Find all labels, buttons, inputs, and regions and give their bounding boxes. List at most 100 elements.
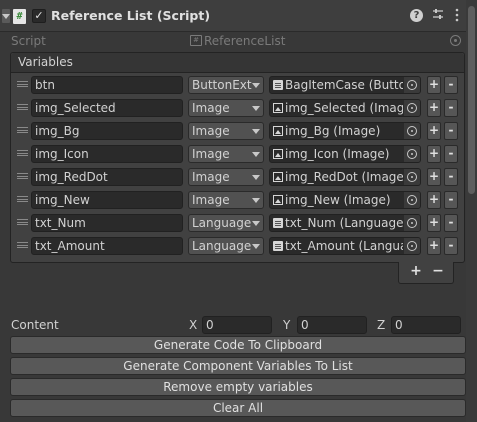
chevron-down-icon	[252, 83, 260, 88]
variable-name-field[interactable]: txt_Num	[31, 214, 183, 232]
variable-type-dropdown[interactable]: Image	[188, 191, 264, 209]
insert-row-button[interactable]: +	[427, 168, 441, 186]
insert-row-button[interactable]: +	[427, 191, 441, 209]
help-icon[interactable]: ?	[410, 9, 423, 22]
variable-name-field[interactable]: img_RedDot	[31, 168, 183, 186]
variable-row: img_RedDot Image img_RedDot (Image) + -	[11, 167, 464, 187]
variable-type-label: Image	[192, 101, 230, 115]
object-picker-icon[interactable]	[404, 123, 420, 139]
content-x-field[interactable]: 0	[202, 316, 272, 334]
chevron-down-icon	[252, 244, 260, 249]
insert-row-button[interactable]: +	[427, 145, 441, 163]
more-icon[interactable]	[455, 8, 459, 26]
variable-type-dropdown[interactable]: Image	[188, 168, 264, 186]
variable-reference-label: txt_Amount (Languag	[285, 239, 403, 253]
insert-row-button[interactable]: +	[427, 237, 441, 255]
drag-handle-icon[interactable]	[17, 127, 28, 133]
variable-reference-field[interactable]: txt_Num (Language T	[269, 214, 421, 232]
content-y-label[interactable]: Y	[283, 318, 290, 332]
variable-type-label: Language	[192, 239, 252, 253]
presets-icon[interactable]	[432, 8, 444, 24]
variable-name-field[interactable]: btn	[31, 76, 183, 94]
remove-row-button[interactable]: -	[444, 191, 458, 209]
remove-row-button[interactable]: -	[444, 99, 458, 117]
drag-handle-icon[interactable]	[17, 219, 28, 225]
variable-name-field[interactable]: img_Selected	[31, 99, 183, 117]
variable-reference-field[interactable]: txt_Amount (Languag	[269, 237, 421, 255]
drag-handle-icon[interactable]	[17, 242, 28, 248]
variable-reference-field[interactable]: img_Bg (Image)	[269, 122, 421, 140]
remove-row-button[interactable]: -	[444, 237, 458, 255]
remove-row-button[interactable]: -	[444, 214, 458, 232]
script-value: ReferenceList	[204, 34, 286, 48]
variable-name-field[interactable]: img_New	[31, 191, 183, 209]
object-picker-icon[interactable]	[404, 169, 420, 185]
drag-handle-icon[interactable]	[17, 196, 28, 202]
list-remove-button[interactable]: −	[427, 263, 449, 281]
variable-row: img_Selected Image img_Selected (Image + -	[11, 98, 464, 118]
generate-code-button[interactable]: Generate Code To Clipboard	[10, 336, 466, 354]
image-icon	[273, 149, 283, 159]
variable-type-dropdown[interactable]: Image	[188, 145, 264, 163]
foldout-arrow-icon[interactable]	[2, 9, 10, 23]
drag-handle-icon[interactable]	[17, 150, 28, 156]
variables-header-label: Variables	[18, 55, 73, 69]
inspector-scrollbar-thumb[interactable]	[468, 6, 475, 194]
insert-row-button[interactable]: +	[427, 214, 441, 232]
image-icon	[273, 195, 283, 205]
remove-row-button[interactable]: -	[444, 76, 458, 94]
insert-row-button[interactable]: +	[427, 122, 441, 140]
object-picker-icon[interactable]	[404, 215, 420, 231]
variable-type-dropdown[interactable]: Language	[188, 237, 264, 255]
insert-row-button[interactable]: +	[427, 99, 441, 117]
drag-handle-icon[interactable]	[17, 173, 28, 179]
list-add-button[interactable]: +	[405, 263, 427, 281]
object-picker-icon[interactable]	[404, 192, 420, 208]
script-file-icon: #	[190, 35, 202, 46]
clear-all-button[interactable]: Clear All	[10, 399, 466, 417]
variable-type-dropdown[interactable]: ButtonExt	[188, 76, 264, 94]
component-icon	[273, 80, 283, 90]
variable-row: img_New Image img_New (Image) + -	[11, 190, 464, 210]
variable-reference-field[interactable]: img_New (Image)	[269, 191, 421, 209]
object-picker-icon[interactable]	[404, 238, 420, 254]
variable-name-field[interactable]: img_Bg	[31, 122, 183, 140]
remove-empty-button[interactable]: Remove empty variables	[10, 378, 466, 396]
content-y-field[interactable]: 0	[297, 316, 367, 334]
variable-row: btn ButtonExt BagItemCase (Button + -	[11, 75, 464, 95]
variable-type-label: Image	[192, 193, 230, 207]
variables-header[interactable]: Variables	[11, 53, 464, 73]
script-icon: #	[13, 9, 26, 24]
variable-row: img_Icon Image img_Icon (Image) + -	[11, 144, 464, 164]
remove-row-button[interactable]: -	[444, 145, 458, 163]
variable-type-label: Language	[192, 216, 252, 230]
enabled-checkbox[interactable]: ✓	[32, 9, 46, 23]
variable-type-dropdown[interactable]: Image	[188, 99, 264, 117]
script-label: Script	[11, 34, 46, 48]
drag-handle-icon[interactable]	[17, 81, 28, 87]
chevron-down-icon	[252, 221, 260, 226]
object-picker-icon[interactable]	[404, 100, 420, 116]
component-header[interactable]: # ✓ Reference List (Script) ?	[0, 0, 477, 32]
variable-reference-label: img_Selected (Image	[285, 101, 403, 115]
list-footer: + −	[398, 262, 454, 284]
drag-handle-icon[interactable]	[17, 104, 28, 110]
variable-reference-field[interactable]: BagItemCase (Button	[269, 76, 421, 94]
content-x-label[interactable]: X	[189, 318, 197, 332]
variable-type-label: Image	[192, 147, 230, 161]
variable-name-field[interactable]: img_Icon	[31, 145, 183, 163]
content-z-label[interactable]: Z	[377, 318, 385, 332]
content-z-field[interactable]: 0	[391, 316, 461, 334]
variable-type-dropdown[interactable]: Image	[188, 122, 264, 140]
variable-reference-field[interactable]: img_RedDot (Image)	[269, 168, 421, 186]
variable-reference-field[interactable]: img_Selected (Image	[269, 99, 421, 117]
object-picker-icon[interactable]	[404, 77, 420, 93]
remove-row-button[interactable]: -	[444, 122, 458, 140]
object-picker-icon[interactable]	[404, 146, 420, 162]
insert-row-button[interactable]: +	[427, 76, 441, 94]
variable-name-field[interactable]: txt_Amount	[31, 237, 183, 255]
variable-reference-field[interactable]: img_Icon (Image)	[269, 145, 421, 163]
remove-row-button[interactable]: -	[444, 168, 458, 186]
variable-type-dropdown[interactable]: Language	[188, 214, 264, 232]
generate-variables-button[interactable]: Generate Component Variables To List	[10, 357, 466, 375]
